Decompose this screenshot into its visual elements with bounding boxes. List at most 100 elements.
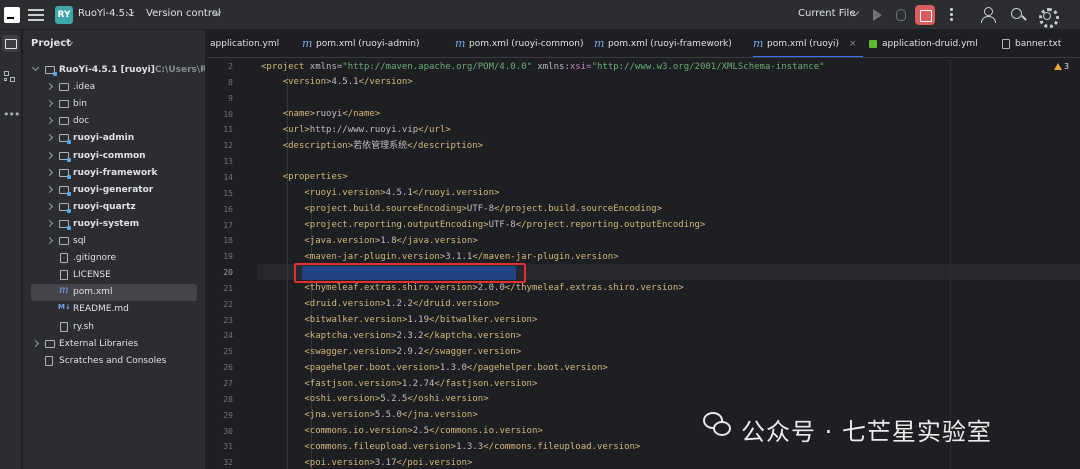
folder-icon [59, 151, 71, 162]
tree-item[interactable]: ruoyi-system [23, 216, 205, 233]
code-line: <url>http://www.ruoyi.vip</url> [282, 124, 451, 135]
maven-file-icon: m [594, 37, 605, 50]
tab-label: banner.txt [1015, 39, 1062, 49]
code-line: <kaptcha.version>2.3.2</kaptcha.version> [304, 330, 522, 341]
add-user-icon[interactable] [980, 5, 1000, 25]
tree-item[interactable]: RuoYi-4.5.1 [ruoyi]C:\Users\RedT [23, 62, 205, 79]
folder-icon [45, 66, 57, 76]
chevron-right-icon[interactable] [45, 168, 54, 176]
chevron-right-icon[interactable] [45, 219, 54, 227]
tree-item[interactable]: Scratches and Consoles [23, 353, 205, 370]
chevron-right-icon[interactable] [45, 151, 54, 159]
folder-icon [59, 117, 69, 126]
tab[interactable]: m pom.xml (ruoyi) × [753, 30, 863, 57]
tree-item[interactable]: External Libraries [23, 336, 205, 353]
code-line: <ruoyi.version>4.5.1</ruoyi.version> [304, 188, 500, 199]
line-number: 25 [223, 347, 233, 357]
line-number: 26 [223, 363, 233, 373]
code-line: <fastjson.version>1.2.74</fastjson.versi… [304, 378, 538, 389]
chevron-down-icon[interactable] [31, 63, 40, 72]
tab-label: application-druid.yml [882, 39, 978, 49]
chevron-right-icon[interactable] [45, 100, 54, 108]
tree-item-label: pom.xml [73, 287, 113, 298]
chevron-right-icon[interactable] [45, 83, 54, 91]
tree-item[interactable]: ruoyi-generator [23, 182, 205, 199]
more-tools-icon[interactable]: ••• [3, 108, 20, 121]
more-actions-button[interactable] [941, 5, 961, 25]
version-control-menu[interactable]: Version control [146, 8, 221, 19]
code-line: <java.version>1.8</java.version> [304, 235, 478, 246]
line-number: 31 [223, 442, 233, 452]
line-number: 16 [223, 204, 233, 214]
highlight-annotation-box [294, 263, 526, 283]
line-number: 8 [228, 77, 233, 87]
folder-icon [59, 237, 69, 245]
run-button[interactable] [867, 5, 887, 25]
tree-item[interactable]: doc [23, 113, 205, 130]
line-number: 21 [223, 283, 233, 293]
close-icon[interactable]: × [849, 39, 857, 49]
inspection-warnings[interactable]: 3 [1054, 62, 1069, 71]
tree-item[interactable]: bin [23, 96, 205, 113]
main-menu-icon[interactable] [28, 6, 44, 24]
chevron-right-icon[interactable] [45, 117, 54, 125]
tree-item[interactable]: sql [23, 233, 205, 250]
tree-item[interactable]: m pom.xml [31, 284, 197, 302]
maven-file-icon: m [753, 37, 764, 50]
intellij-logo-icon [4, 7, 20, 23]
code-line: <properties> [282, 172, 348, 183]
chevron-right-icon[interactable] [31, 339, 40, 347]
tree-item[interactable]: ruoyi-framework [23, 165, 205, 182]
structure-icon[interactable] [4, 71, 16, 83]
line-number: 28 [223, 394, 233, 404]
project-panel-title[interactable]: Project [31, 38, 71, 49]
chevron-right-icon[interactable] [45, 236, 54, 245]
tree-item[interactable]: ruoyi-admin [23, 130, 205, 147]
debug-button[interactable] [891, 5, 911, 25]
code-line: <description>若依管理系统</description> [282, 140, 484, 151]
code-line: <name>ruoyi</name> [282, 109, 381, 120]
tree-item[interactable]: M↓ README.md [23, 301, 205, 318]
folder-icon [59, 202, 71, 213]
bug-icon [896, 9, 906, 21]
folder-icon [59, 185, 71, 196]
tree-item[interactable]: ruoyi-quartz [23, 199, 205, 216]
code-line: <pagehelper.boot.version>1.3.0</pagehelp… [304, 362, 608, 373]
run-config-selector[interactable]: Current File [798, 8, 855, 19]
line-number: 17 [223, 220, 233, 230]
project-tool-window-icon[interactable] [2, 35, 19, 52]
project-name[interactable]: RuoYi-4.5.1 [78, 8, 135, 19]
search-icon[interactable] [1008, 5, 1028, 25]
chevron-right-icon[interactable] [45, 134, 54, 142]
stop-button[interactable] [915, 5, 935, 25]
tree-item[interactable]: ruoyi-common [23, 148, 205, 165]
project-panel: Project RuoYi-4.5.1 [ruoyi]C:\Users\RedT… [23, 30, 206, 469]
line-number: 12 [223, 141, 233, 151]
tree-item-label: ruoyi-common [73, 150, 146, 161]
chevron-right-icon[interactable] [45, 185, 54, 193]
yaml-file-icon [869, 40, 877, 48]
code-line: <project xmlns="http://maven.apache.org/… [261, 61, 825, 72]
line-number-gutter: 2 8 9 10 11 12 13 14 15 16 17 18 19 20 21 22 23 24 25 26 27 2… [207, 59, 257, 469]
tree-item[interactable]: .idea [23, 79, 205, 96]
tree-item-label: RuoYi-4.5.1 [ruoyi]C:\Users\RedT [59, 65, 205, 75]
code-line: <project.reporting.outputEncoding>UTF-8<… [304, 220, 706, 230]
gear-icon[interactable] [1036, 5, 1059, 28]
tree-item-label: .gitignore [73, 253, 117, 264]
line-number: 23 [223, 315, 233, 325]
tab-label: pom.xml (ruoyi-common) [469, 39, 584, 49]
tree-item[interactable]: LICENSE [23, 267, 205, 284]
tab-label: pom.xml (ruoyi-framework) [608, 39, 732, 49]
scratch-icon [45, 355, 53, 366]
tree-item-label: ruoyi-quartz [73, 201, 136, 212]
tree-item[interactable]: ry.sh [23, 319, 205, 336]
code-line: <oshi.version>5.2.5</oshi.version> [304, 394, 489, 405]
library-icon [45, 339, 55, 348]
chevron-right-icon[interactable] [45, 202, 54, 210]
tree-item-label: ruoyi-admin [73, 133, 135, 144]
folder-icon [59, 168, 71, 179]
tree-item[interactable]: .gitignore [23, 250, 205, 267]
tree-item-label: LICENSE [73, 270, 111, 281]
code-line: <poi.version>3.17</poi.version> [304, 457, 473, 468]
line-number: 27 [223, 379, 233, 388]
